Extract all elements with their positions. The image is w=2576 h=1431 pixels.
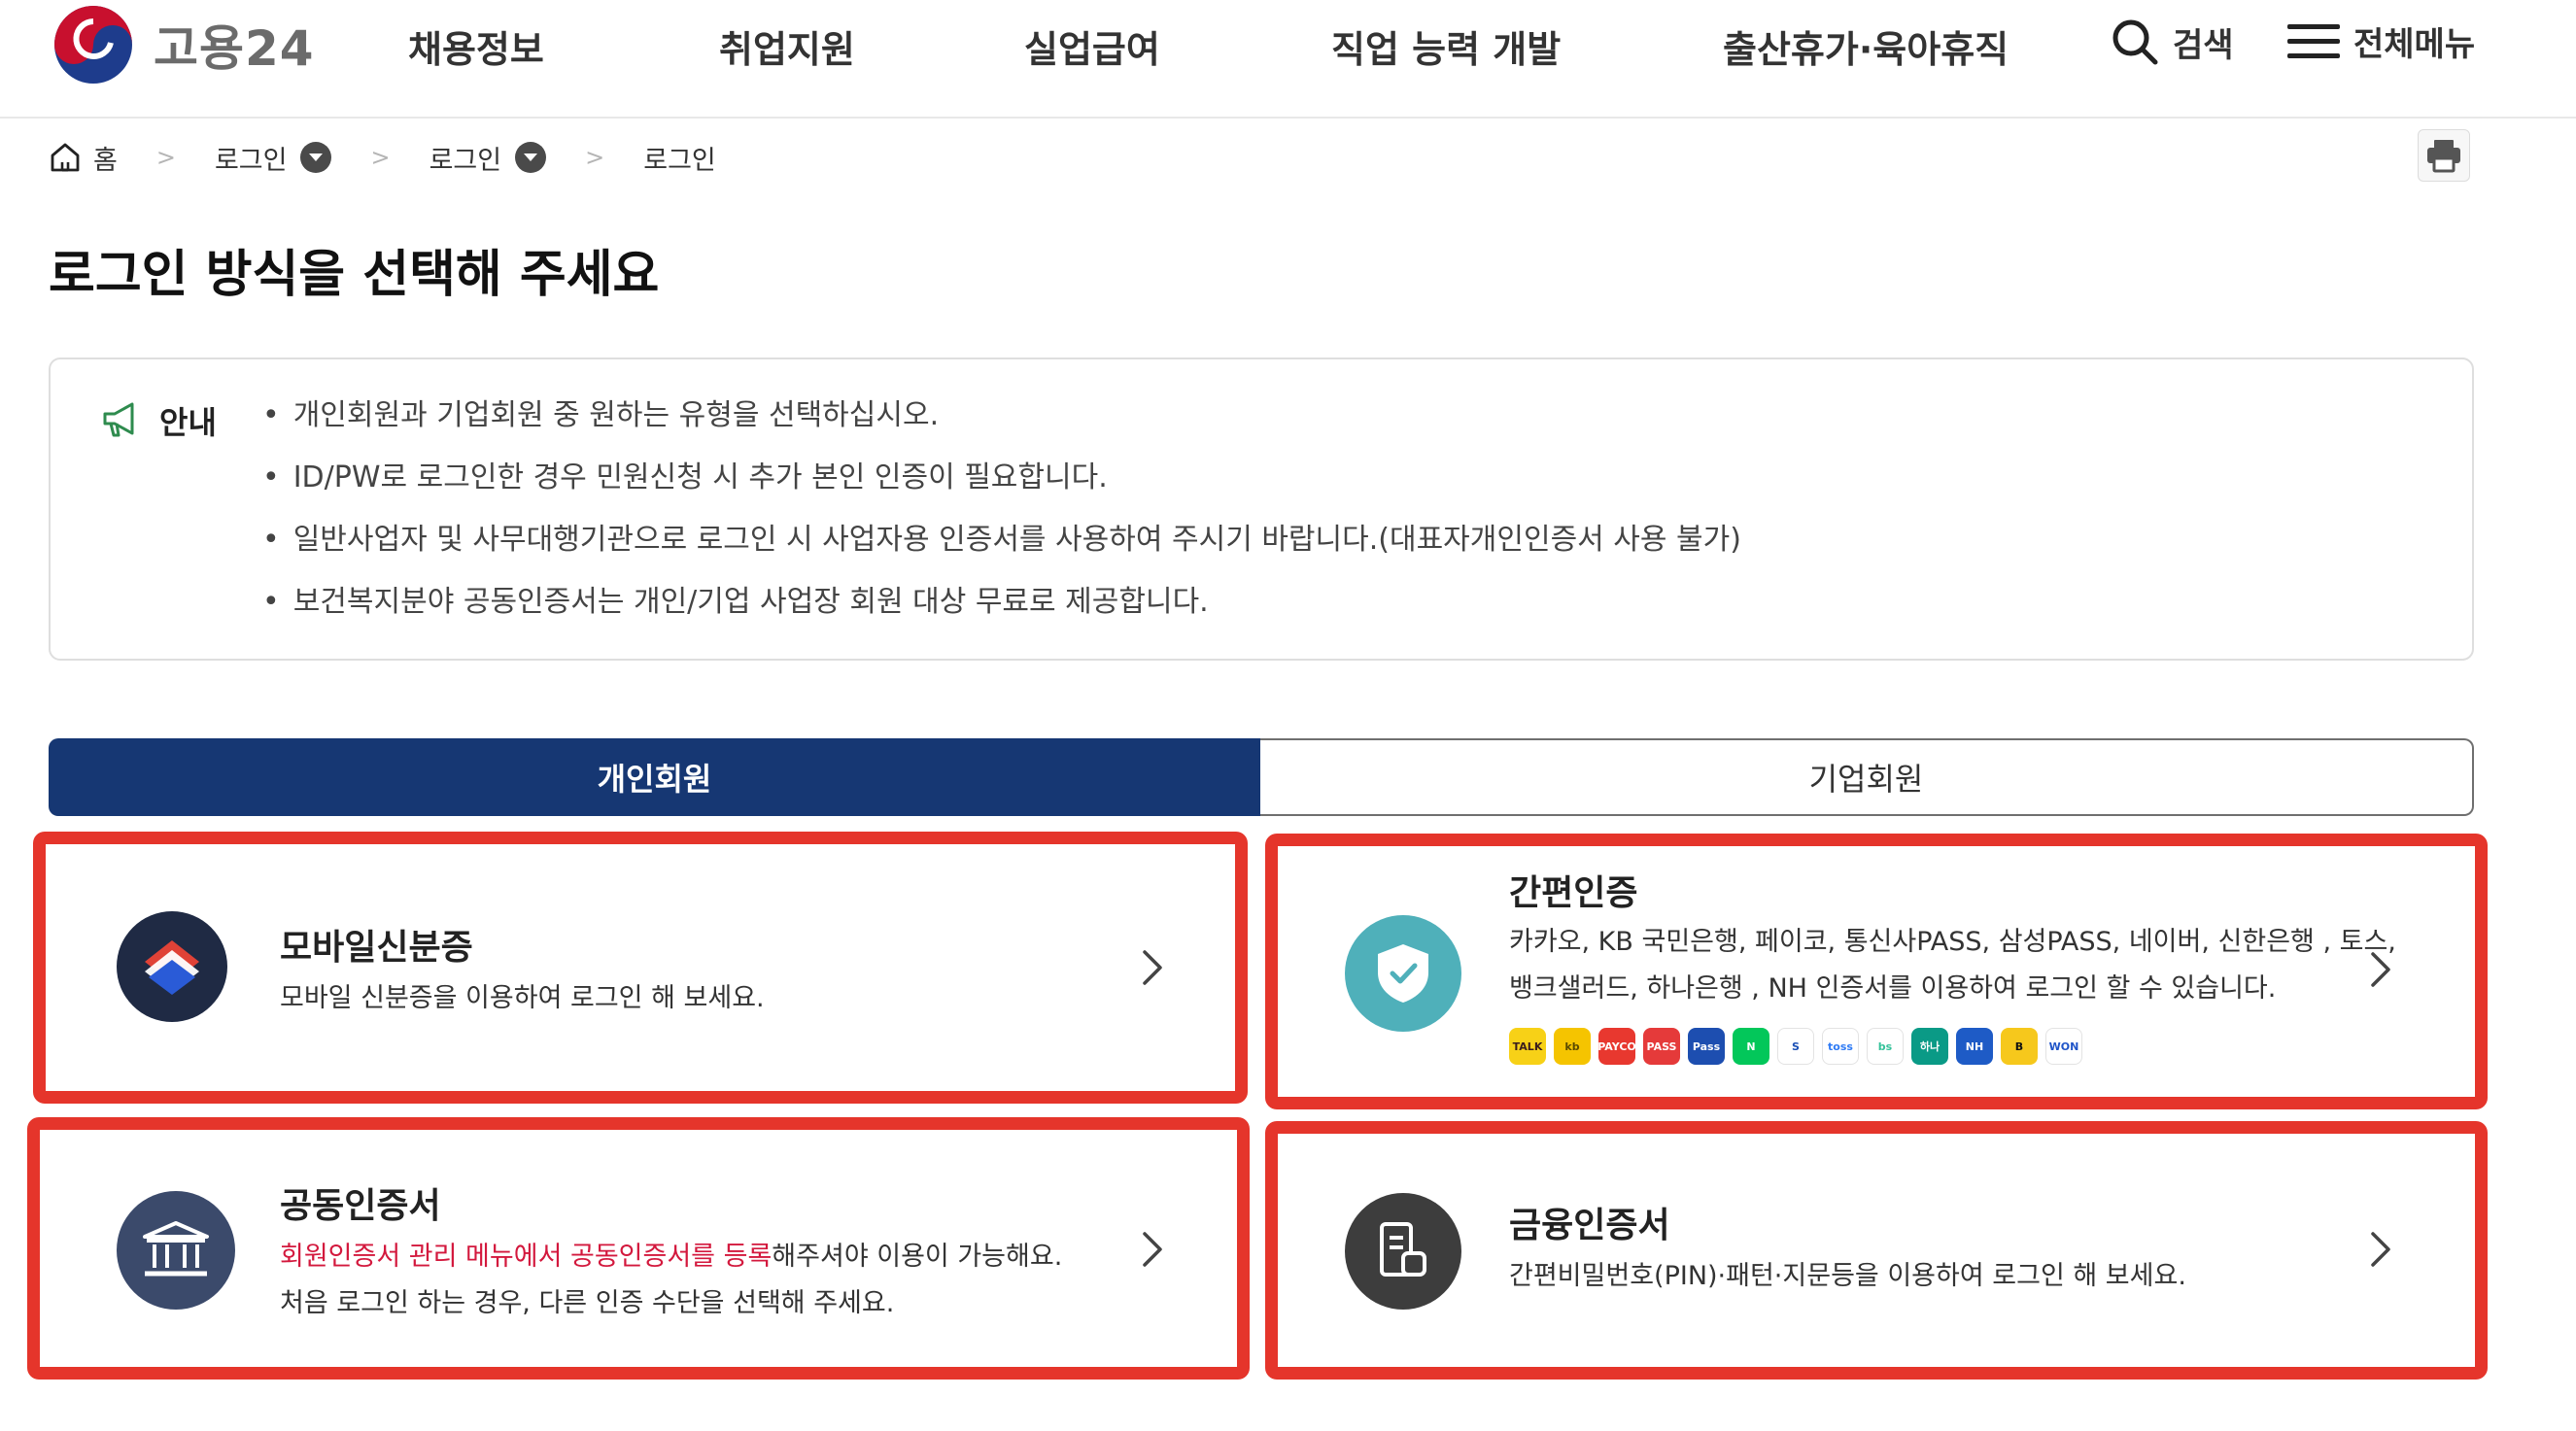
financial-cert-login-card[interactable]: 금융인증서 간편비밀번호(PIN)·패턴·지문등을 이용하여 로그인 해 보세요… xyxy=(1287,1142,2466,1358)
notice-box: 안내 개인회원과 기업회원 중 원하는 유형을 선택하십시오. ID/PW로 로… xyxy=(49,358,2474,661)
chevron-right-icon xyxy=(1143,950,1162,985)
breadcrumb-current: 로그인 xyxy=(643,139,716,177)
card-description-line-2: 뱅크샐러드, 하나은행 , NH 인증서를 이용하여 로그인 할 수 있습니다. xyxy=(1509,973,2277,1004)
breadcrumb-separator-icon: > xyxy=(585,144,605,171)
auth-provider-icon: bs xyxy=(1867,1028,1904,1065)
notice-item: ID/PW로 로그인한 경우 민원신청 시 추가 본인 인증이 필요합니다. xyxy=(262,457,1741,519)
chevron-right-icon xyxy=(2371,952,2390,987)
card-title: 공동인증서 xyxy=(280,1186,441,1226)
breadcrumb: 홈 > 로그인 > 로그인 > 로그인 xyxy=(49,136,716,179)
megaphone-icon xyxy=(103,402,134,437)
auth-provider-icons: TALK kb PAYCO PASS Pass N Stoss bs 하나 NH B WON xyxy=(1509,1028,2090,1065)
auth-provider-icon: WON xyxy=(2045,1028,2082,1065)
breadcrumb-home[interactable]: 홈 xyxy=(49,139,118,177)
logo-text: 고용24 xyxy=(154,20,315,77)
search-icon xyxy=(2112,19,2158,65)
nav-item-unemployment-benefits[interactable]: 실업급여 xyxy=(1024,19,1160,73)
search-button[interactable]: 검색 xyxy=(2111,17,2234,66)
all-menu-button[interactable]: 전체메뉴 xyxy=(2287,17,2475,65)
mobile-id-icon xyxy=(117,911,227,1022)
print-button[interactable] xyxy=(2418,129,2470,182)
auth-provider-icon: PASS xyxy=(1643,1028,1680,1065)
notice-item: 보건복지분야 공동인증서는 개인/기업 사업장 회원 대상 무료로 제공합니다. xyxy=(262,581,1741,643)
printer-icon xyxy=(2427,140,2460,173)
nav-item-jobs[interactable]: 채용정보 xyxy=(408,19,544,73)
government-emblem-icon xyxy=(54,6,132,84)
auth-provider-icon: B xyxy=(2001,1028,2038,1065)
simple-auth-login-card[interactable]: 간편인증 카카오, KB 국민은행, 페이코, 통신사PASS, 삼성PASS,… xyxy=(1287,855,2466,1088)
nav-item-job-skills[interactable]: 직업 능력 개발 xyxy=(1331,19,1561,73)
chevron-down-icon[interactable] xyxy=(300,142,332,173)
auth-provider-icon: S xyxy=(1777,1028,1814,1065)
notice-label: 안내 xyxy=(159,404,217,441)
register-cert-link[interactable]: 회원인증서 관리 메뉴에서 공동인증서를 등록 xyxy=(280,1242,772,1272)
site-header: 고용24 채용정보 취업지원 실업급여 직업 능력 개발 출산휴가·육아휴직 검… xyxy=(0,0,2576,119)
tab-corporate-member[interactable]: 기업회원 xyxy=(1260,738,2474,816)
card-title: 간편인증 xyxy=(1509,873,1638,913)
shield-check-icon xyxy=(1345,915,1461,1032)
hamburger-menu-icon xyxy=(2287,23,2340,58)
breadcrumb-item[interactable]: 로그인 xyxy=(429,139,547,177)
breadcrumb-home-label: 홈 xyxy=(93,145,118,176)
auth-provider-icon: NH xyxy=(1956,1028,1993,1065)
tab-individual-member[interactable]: 개인회원 xyxy=(49,738,1260,816)
card-title: 모바일신분증 xyxy=(280,928,473,968)
joint-cert-login-card[interactable]: 공동인증서 회원인증서 관리 메뉴에서 공동인증서를 등록해주셔야 이용이 가능… xyxy=(49,1139,1228,1358)
breadcrumb-item-label: 로그인 xyxy=(214,145,288,176)
card-description: 모바일 신분증을 이용하여 로그인 해 보세요. xyxy=(280,983,765,1013)
card-description-line-2: 처음 로그인 하는 경우, 다른 인증 수단을 선택해 주세요. xyxy=(280,1288,895,1318)
document-certificate-icon xyxy=(1345,1193,1461,1310)
chevron-right-icon xyxy=(2371,1232,2390,1267)
breadcrumb-item-label: 로그인 xyxy=(429,145,502,176)
nav-item-parental-leave[interactable]: 출산휴가·육아휴직 xyxy=(1723,19,2009,73)
auth-provider-icon: PAYCO xyxy=(1598,1028,1635,1065)
chevron-right-icon xyxy=(1143,1232,1162,1267)
auth-provider-icon: N xyxy=(1733,1028,1769,1065)
auth-provider-icon: TALK xyxy=(1509,1028,1546,1065)
breadcrumb-current-label: 로그인 xyxy=(643,145,716,176)
auth-provider-icon: Pass xyxy=(1688,1028,1725,1065)
search-label: 검색 xyxy=(2173,25,2234,65)
page-title: 로그인 방식을 선택해 주세요 xyxy=(49,246,660,304)
notice-item: 일반사업자 및 사무대행기관으로 로그인 시 사업자용 인증서를 사용하여 주시… xyxy=(262,519,1741,581)
auth-provider-icon: kb xyxy=(1554,1028,1591,1065)
card-description-line-1: 회원인증서 관리 메뉴에서 공동인증서를 등록해주셔야 이용이 가능해요. xyxy=(280,1234,1062,1280)
breadcrumb-separator-icon: > xyxy=(155,144,176,171)
home-icon xyxy=(51,143,80,172)
all-menu-label: 전체메뉴 xyxy=(2353,25,2476,64)
member-type-tabs: 개인회원 기업회원 xyxy=(49,738,2474,816)
auth-provider-icon: toss xyxy=(1822,1028,1859,1065)
mobile-id-login-card[interactable]: 모바일신분증 모바일 신분증을 이용하여 로그인 해 보세요. xyxy=(54,853,1226,1082)
breadcrumb-item[interactable]: 로그인 xyxy=(215,139,332,177)
card-description-rest: 해주셔야 이용이 가능해요. xyxy=(772,1242,1063,1272)
card-title: 금융인증서 xyxy=(1509,1206,1670,1245)
breadcrumb-separator-icon: > xyxy=(370,144,391,171)
chevron-down-icon[interactable] xyxy=(515,142,547,173)
nav-item-employment-support[interactable]: 취업지원 xyxy=(719,19,855,73)
card-description: 간편비밀번호(PIN)·패턴·지문등을 이용하여 로그인 해 보세요. xyxy=(1509,1261,2186,1291)
auth-provider-icon: 하나 xyxy=(1911,1028,1948,1065)
notice-list: 개인회원과 기업회원 중 원하는 유형을 선택하십시오. ID/PW로 로그인한… xyxy=(262,394,1741,643)
card-description-line-1: 카카오, KB 국민은행, 페이코, 통신사PASS, 삼성PASS, 네이버,… xyxy=(1509,927,2396,957)
site-logo[interactable]: 고용24 xyxy=(51,2,315,87)
notice-item: 개인회원과 기업회원 중 원하는 유형을 선택하십시오. xyxy=(262,394,1741,457)
bank-building-icon xyxy=(117,1191,235,1310)
